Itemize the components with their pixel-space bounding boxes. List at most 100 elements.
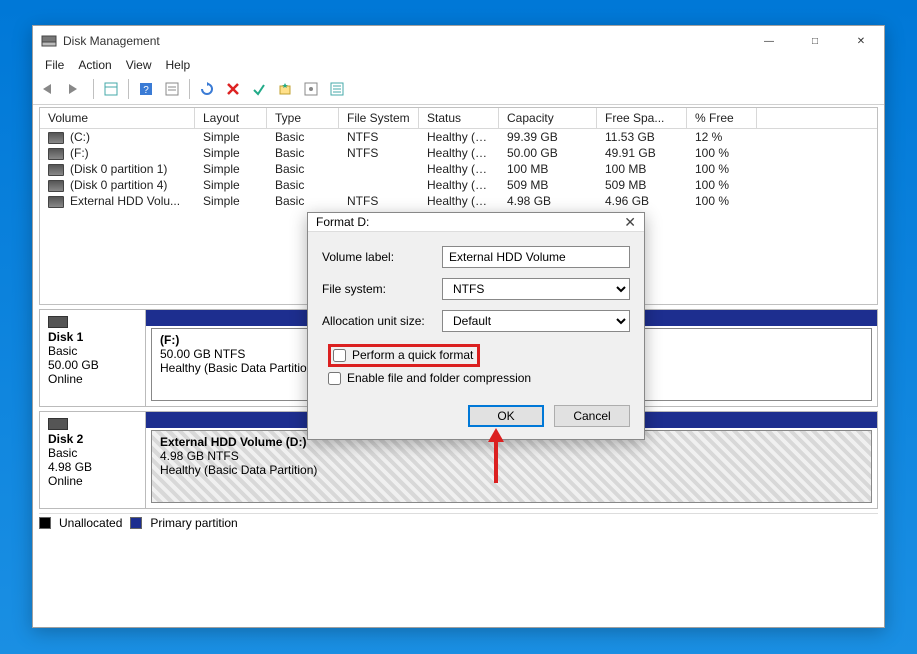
cell-volume: (F:)	[40, 145, 195, 161]
toolbar-sep	[93, 79, 94, 99]
cancel-button[interactable]: Cancel	[554, 405, 630, 427]
disk-name: Disk 2	[48, 432, 137, 446]
close-icon[interactable]: ✕	[624, 214, 636, 231]
window-title: Disk Management	[63, 34, 160, 48]
cell: Healthy (R...	[419, 177, 499, 193]
cell: Simple	[195, 161, 267, 177]
allocunit-label: Allocation unit size:	[322, 314, 442, 328]
partition-status: Healthy (Basic Data Partition)	[160, 463, 863, 477]
list-icon[interactable]	[326, 78, 348, 100]
allocunit-select[interactable]: Default	[442, 310, 630, 332]
cell: 11.53 GB	[597, 129, 687, 145]
cell: NTFS	[339, 145, 419, 161]
cell: 100 %	[687, 193, 757, 209]
menubar: File Action View Help	[33, 56, 884, 76]
cell: NTFS	[339, 193, 419, 209]
filesystem-label: File system:	[322, 282, 442, 296]
cell: Basic	[267, 129, 339, 145]
disk-status: Online	[48, 474, 137, 488]
cell: Basic	[267, 161, 339, 177]
cell: Basic	[267, 145, 339, 161]
legend: Unallocated Primary partition	[39, 513, 878, 530]
quick-format-label: Perform a quick format	[352, 348, 473, 362]
col-free[interactable]: Free Spa...	[597, 108, 687, 128]
legend-primary: Primary partition	[150, 516, 237, 530]
volume-list-header: Volume Layout Type File System Status Ca…	[40, 108, 877, 129]
close-button[interactable]: ✕	[838, 26, 884, 56]
quick-format-checkbox[interactable]	[333, 349, 346, 362]
cell: Simple	[195, 193, 267, 209]
minimize-button[interactable]: —	[746, 26, 792, 56]
disk-status: Online	[48, 372, 137, 386]
cell: 50.00 GB	[499, 145, 597, 161]
col-volume[interactable]: Volume	[40, 108, 195, 128]
forward-button[interactable]	[65, 78, 87, 100]
dialog-titlebar: Format D: ✕	[308, 213, 644, 232]
table-row[interactable]: External HDD Volu... Simple Basic NTFS H…	[40, 193, 877, 209]
cell: 4.96 GB	[597, 193, 687, 209]
toolbar-sep	[189, 79, 190, 99]
cell: 100 MB	[597, 161, 687, 177]
table-row[interactable]: (Disk 0 partition 1) Simple Basic Health…	[40, 161, 877, 177]
quick-format-highlight: Perform a quick format	[328, 344, 480, 367]
volume-label-input[interactable]	[442, 246, 630, 268]
disk-size: 4.98 GB	[48, 460, 137, 474]
cell	[339, 177, 419, 193]
properties-icon[interactable]	[161, 78, 183, 100]
maximize-button[interactable]: □	[792, 26, 838, 56]
disk-type: Basic	[48, 446, 137, 460]
cell: 49.91 GB	[597, 145, 687, 161]
annotation-arrow	[486, 428, 506, 483]
col-status[interactable]: Status	[419, 108, 499, 128]
cell: 100 %	[687, 161, 757, 177]
disk-name: Disk 1	[48, 330, 137, 344]
col-layout[interactable]: Layout	[195, 108, 267, 128]
cell: Healthy (B...	[419, 129, 499, 145]
cell: 4.98 GB	[499, 193, 597, 209]
help-icon[interactable]: ?	[135, 78, 157, 100]
wizard-icon[interactable]	[274, 78, 296, 100]
ok-button[interactable]: OK	[468, 405, 544, 427]
menu-file[interactable]: File	[45, 58, 64, 72]
disk-icon	[48, 418, 68, 430]
back-button[interactable]	[39, 78, 61, 100]
cell: 99.39 GB	[499, 129, 597, 145]
format-dialog: Format D: ✕ Volume label: File system: N…	[307, 212, 645, 440]
disk-info: Disk 2 Basic 4.98 GB Online	[40, 412, 146, 508]
disk-size: 50.00 GB	[48, 358, 137, 372]
menu-view[interactable]: View	[126, 58, 152, 72]
menu-help[interactable]: Help	[166, 58, 191, 72]
dialog-title: Format D:	[316, 215, 369, 229]
check-icon[interactable]	[248, 78, 270, 100]
cell: Healthy (E...	[419, 161, 499, 177]
view-icon[interactable]	[100, 78, 122, 100]
cell-volume: (C:)	[40, 129, 195, 145]
table-row[interactable]: (Disk 0 partition 4) Simple Basic Health…	[40, 177, 877, 193]
cell-volume: External HDD Volu...	[40, 193, 195, 209]
app-icon	[41, 33, 57, 49]
cell: 100 %	[687, 145, 757, 161]
titlebar: Disk Management — □ ✕	[33, 26, 884, 56]
col-fs[interactable]: File System	[339, 108, 419, 128]
cell: 100 MB	[499, 161, 597, 177]
cell: Simple	[195, 129, 267, 145]
delete-icon[interactable]	[222, 78, 244, 100]
table-row[interactable]: (C:) Simple Basic NTFS Healthy (B... 99.…	[40, 129, 877, 145]
col-type[interactable]: Type	[267, 108, 339, 128]
filesystem-select[interactable]: NTFS	[442, 278, 630, 300]
enable-compression-label: Enable file and folder compression	[347, 371, 531, 385]
table-row[interactable]: (F:) Simple Basic NTFS Healthy (B... 50.…	[40, 145, 877, 161]
col-pfree[interactable]: % Free	[687, 108, 757, 128]
cell: Healthy (B...	[419, 145, 499, 161]
cell: 12 %	[687, 129, 757, 145]
menu-action[interactable]: Action	[78, 58, 111, 72]
col-capacity[interactable]: Capacity	[499, 108, 597, 128]
cell: Basic	[267, 193, 339, 209]
enable-compression-checkbox[interactable]	[328, 372, 341, 385]
settings-icon[interactable]	[300, 78, 322, 100]
legend-swatch-primary	[130, 517, 142, 529]
partition[interactable]: External HDD Volume (D:) 4.98 GB NTFS He…	[151, 430, 872, 503]
cell-volume: (Disk 0 partition 4)	[40, 177, 195, 193]
cell: Simple	[195, 145, 267, 161]
refresh-icon[interactable]	[196, 78, 218, 100]
